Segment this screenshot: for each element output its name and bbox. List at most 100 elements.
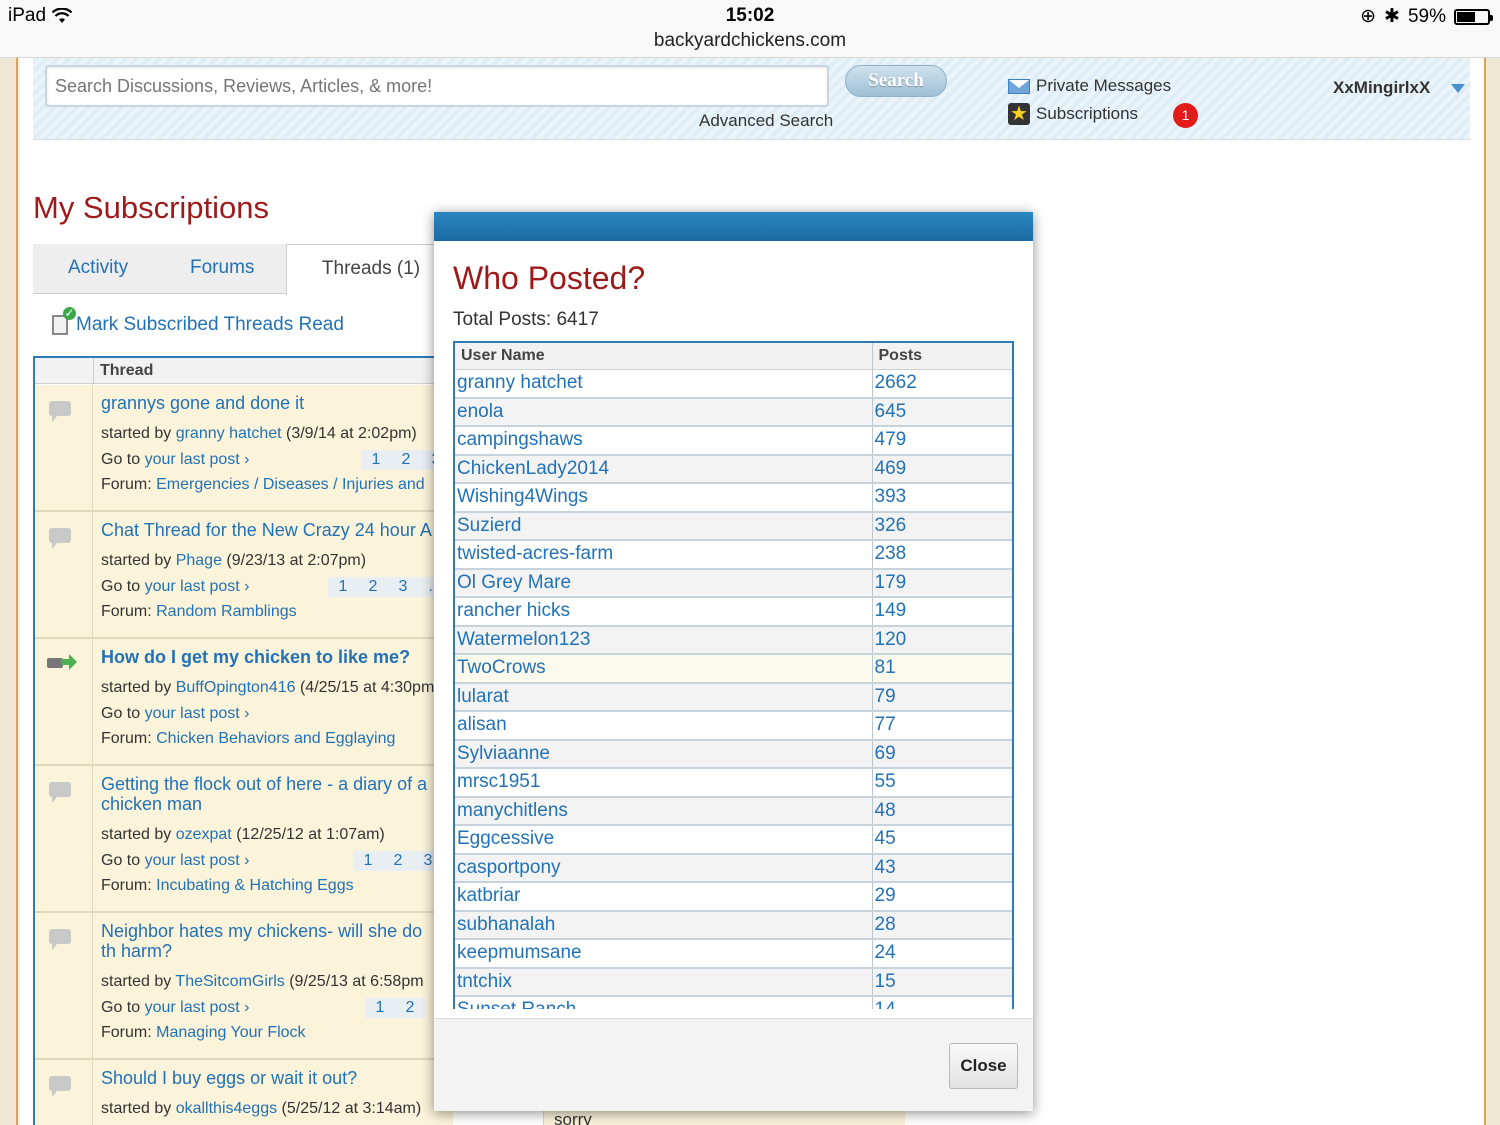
last-post-link[interactable]: your last post › [145,705,250,722]
forum-link[interactable]: Managing Your Flock [156,1024,305,1041]
tab-threads[interactable]: Threads (1) [286,244,456,295]
poster-post-count[interactable]: 55 [872,768,1012,798]
poster-username-link[interactable]: Sylviaanne [455,739,873,769]
url-bar[interactable]: backyardchickens.com [0,30,1500,52]
poster-username-link[interactable]: keepmumsane [455,939,873,969]
poster-post-count[interactable]: 120 [872,625,1012,655]
tab-activity[interactable]: Activity [68,244,128,294]
poster-post-count[interactable]: 81 [872,654,1012,684]
battery-icon [1454,8,1493,25]
page-link[interactable]: 3 [388,578,418,596]
poster-list[interactable]: User Name Posts granny hatchet 2662 enola 6… [453,341,1014,1009]
poster-username-link[interactable]: tntchix [455,967,873,997]
subscriptions-link[interactable]: ★ Subscriptions [1008,103,1138,125]
thread-title-link[interactable]: Neighbor hates my chickens- will she do … [101,921,441,961]
thread-author-link[interactable]: BuffOpington416 [176,679,296,696]
private-messages-label: Private Messages [1036,76,1172,95]
page-link[interactable]: 1 [361,451,391,469]
thread-title-link[interactable]: Should I buy eggs or wait it out? [101,1068,453,1088]
poster-post-count[interactable]: 77 [872,711,1012,741]
poster-username-link[interactable]: Wishing4Wings [455,483,873,513]
poster-username-link[interactable]: twisted-acres-farm [455,540,873,570]
last-post-link[interactable]: your last post › [145,852,250,869]
page-link[interactable]: 2 [391,451,421,469]
forum-link[interactable]: Incubating & Hatching Eggs [156,877,353,894]
last-post-link[interactable]: your last post › [145,451,250,468]
poster-post-count[interactable]: 43 [872,853,1012,883]
thread-title-link[interactable]: grannys gone and done it [101,393,453,413]
poster-post-count[interactable]: 2662 [872,369,1012,399]
poster-post-count[interactable]: 645 [872,397,1012,427]
forum-link[interactable]: Chicken Behaviors and Egglaying [156,730,395,747]
poster-post-count[interactable]: 15 [872,967,1012,997]
poster-post-count[interactable]: 24 [872,939,1012,969]
forum-link[interactable]: Random Ramblings [156,603,297,620]
close-button[interactable]: Close [949,1043,1018,1089]
page-link[interactable]: 1 [365,999,395,1017]
thread-title-link[interactable]: Getting the flock out of here - a diary … [101,774,441,814]
poster-post-count[interactable]: 14 [872,996,1012,1009]
thread-forum: Forum: Emergencies / Diseases / Injuries… [101,476,425,493]
poster-username-link[interactable]: TwoCrows [455,654,873,684]
thread-column-header: Thread [100,362,154,379]
poster-post-count[interactable]: 149 [872,597,1012,627]
tab-forums[interactable]: Forums [190,244,254,294]
page-link[interactable]: 1 [353,852,383,870]
poster-username-link[interactable]: Eggcessive [455,825,873,855]
page-link[interactable]: 2 [395,999,425,1017]
poster-post-count[interactable]: 393 [872,483,1012,513]
last-post-link[interactable]: your last post › [145,578,250,595]
poster-username-link[interactable]: campingshaws [455,426,873,456]
thread-author-link[interactable]: Phage [176,552,222,569]
poster-post-count[interactable]: 479 [872,426,1012,456]
page-link[interactable]: 2 [358,578,388,596]
poster-username-link[interactable]: alisan [455,711,873,741]
poster-username-link[interactable]: Suzierd [455,511,873,541]
poster-post-count[interactable]: 79 [872,682,1012,712]
last-post-link[interactable]: your last post › [145,999,250,1016]
thread-forum: Forum: Random Ramblings [101,603,297,620]
poster-username-link[interactable]: granny hatchet [455,369,873,399]
poster-username-link[interactable]: Ol Grey Mare [455,568,873,598]
poster-post-count[interactable]: 45 [872,825,1012,855]
poster-username-link[interactable]: casportpony [455,853,873,883]
poster-username-link[interactable]: lularat [455,682,873,712]
poster-username-link[interactable]: katbriar [455,882,873,912]
page-link[interactable]: 1 [328,578,358,596]
mark-threads-read-link[interactable]: Mark Subscribed Threads Read [52,307,344,336]
thread-author-link[interactable]: okallthis4eggs [176,1100,277,1117]
private-messages-link[interactable]: Private Messages [1008,76,1171,96]
search-input[interactable] [45,65,829,107]
notification-badge[interactable]: 1 [1173,103,1198,128]
search-button[interactable]: Search [845,65,947,97]
poster-post-count[interactable]: 326 [872,511,1012,541]
poster-username-link[interactable]: ChickenLady2014 [455,454,873,484]
poster-post-count[interactable]: 29 [872,882,1012,912]
poster-username-link[interactable]: Watermelon123 [455,625,873,655]
poster-username-link[interactable]: Sunset Ranch [455,996,873,1009]
thread-author-link[interactable]: ozexpat [176,826,232,843]
posts-column-header[interactable]: Posts [872,343,1012,370]
poster-username-link[interactable]: enola [455,397,873,427]
poster-post-count[interactable]: 28 [872,910,1012,940]
poster-post-count[interactable]: 48 [872,796,1012,826]
thread-author-link[interactable]: granny hatchet [176,425,282,442]
poster-username-link[interactable]: mrsc1951 [455,768,873,798]
poster-post-count[interactable]: 69 [872,739,1012,769]
user-menu[interactable]: XxMingirlxX [1333,78,1430,98]
poster-username-link[interactable]: subhanalah [455,910,873,940]
page-link[interactable]: 2 [383,852,413,870]
thread-author-link[interactable]: TheSitcomGirls [175,973,284,990]
thread-title-link[interactable]: How do I get my chicken to like me? [101,647,453,667]
poster-post-count[interactable]: 238 [872,540,1012,570]
thread-title-link[interactable]: Chat Thread for the New Crazy 24 hour A [101,520,453,540]
poster-username-link[interactable]: rancher hicks [455,597,873,627]
forum-link[interactable]: Emergencies / Diseases / Injuries and [156,476,425,493]
poster-username-link[interactable]: manychitlens [455,796,873,826]
poster-post-count[interactable]: 469 [872,454,1012,484]
username-column-header[interactable]: User Name [455,343,873,370]
dialog-titlebar[interactable] [434,212,1033,241]
advanced-search-link[interactable]: Advanced Search [699,111,833,131]
poster-post-count[interactable]: 179 [872,568,1012,598]
chevron-down-icon[interactable] [1451,84,1465,93]
